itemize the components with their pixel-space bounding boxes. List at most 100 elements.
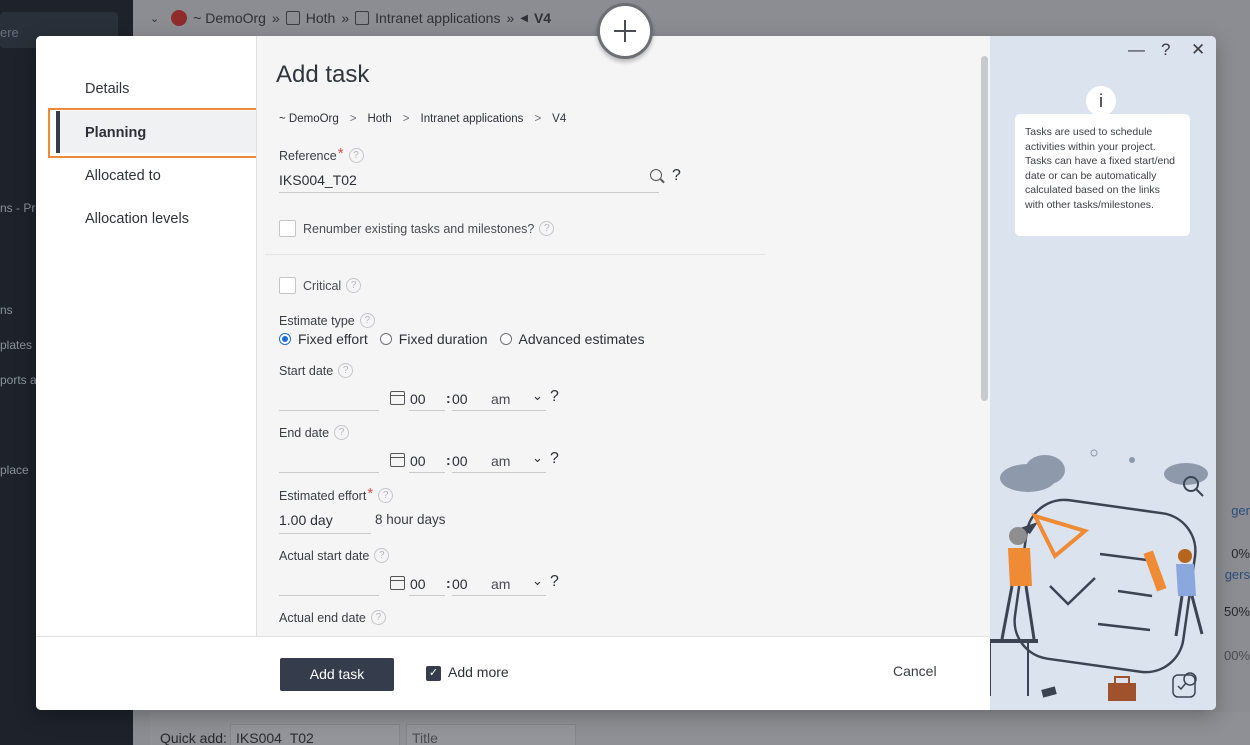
required-marker: *	[337, 145, 344, 162]
sidebar-item[interactable]: ns	[0, 303, 13, 317]
search-icon[interactable]	[650, 169, 662, 181]
breadcrumb-separator: >	[349, 113, 357, 125]
help-icon[interactable]: ?	[550, 450, 559, 468]
breadcrumb-item[interactable]: Intranet applications	[421, 113, 524, 125]
start-minute-input[interactable]: 00	[452, 391, 486, 407]
help-icon[interactable]: ?	[550, 388, 559, 406]
help-icon[interactable]: ?	[539, 221, 555, 236]
actual-start-hour-input[interactable]: 00	[409, 576, 445, 592]
renumber-label: Renumber existing tasks and milestones??	[303, 221, 555, 236]
end-hour-input[interactable]: 00	[409, 453, 445, 469]
estimated-effort-label: Estimated effort *?	[279, 485, 394, 503]
nav-highlight-box	[48, 108, 261, 158]
breadcrumb-separator: >	[534, 113, 542, 125]
radio-fixed-duration[interactable]	[379, 333, 392, 345]
help-icon[interactable]: ?	[550, 573, 559, 591]
book-icon	[355, 11, 370, 25]
effort-unit-note: 8 hour days	[375, 512, 446, 527]
add-more-checkbox[interactable]: ✓	[426, 666, 441, 681]
start-date-label: Start date?	[279, 363, 354, 378]
help-icon[interactable]: ?	[370, 610, 386, 625]
estimated-effort-input[interactable]: 1.00 day	[279, 512, 333, 528]
planning-form: Add task ~ DemoOrg > Hoth > Intranet app…	[256, 36, 990, 636]
dialog-footer: Add task ✓ Add more Cancel	[36, 636, 990, 710]
cancel-button[interactable]: Cancel	[893, 663, 937, 679]
start-date-input[interactable]	[279, 410, 379, 411]
help-icon[interactable]: ?	[346, 278, 362, 293]
actual-start-minute-input[interactable]: 00	[452, 576, 486, 592]
breadcrumb-item[interactable]: Hoth	[306, 10, 336, 26]
radio-label: Fixed duration	[398, 331, 488, 347]
book-icon	[285, 11, 300, 25]
bg-text: 50%	[1223, 604, 1250, 619]
org-logo-icon	[171, 10, 188, 26]
bg-text: ger	[1231, 503, 1250, 518]
breadcrumb-separator: »	[506, 10, 515, 26]
sidebar-item[interactable]: plates	[0, 338, 32, 352]
add-task-button[interactable]: Add task	[280, 658, 394, 691]
help-icon[interactable]: ?	[334, 425, 350, 440]
chevron-down-icon[interactable]: ⌄	[150, 12, 159, 25]
actual-start-date-row: 00 : 00 am ⌄ ?	[279, 567, 579, 597]
actual-start-date-input[interactable]	[279, 595, 379, 596]
nav-item-details[interactable]: Details	[85, 81, 129, 97]
end-ampm-select[interactable]: am	[491, 453, 510, 469]
add-button[interactable]	[597, 3, 653, 59]
breadcrumb: ~ DemoOrg > Hoth > Intranet applications…	[279, 113, 566, 125]
divider	[265, 254, 765, 255]
breadcrumb-item[interactable]: ~ DemoOrg	[193, 10, 266, 26]
caret-left-icon: ◀	[520, 12, 528, 24]
sidebar-item[interactable]: ports a	[0, 373, 37, 387]
radio-advanced-estimates[interactable]	[499, 333, 512, 345]
radio-fixed-effort[interactable]	[279, 333, 291, 345]
chevron-down-icon[interactable]: ⌄	[532, 388, 543, 404]
calendar-icon[interactable]	[390, 576, 405, 590]
help-text: Tasks are used to schedule activities wi…	[1015, 114, 1190, 236]
critical-checkbox[interactable]	[279, 277, 296, 294]
help-icon[interactable]: ?	[672, 167, 681, 185]
breadcrumb-separator: »	[271, 10, 280, 26]
breadcrumb-item[interactable]: Hoth	[367, 113, 391, 125]
breadcrumb-item[interactable]: ~ DemoOrg	[279, 113, 339, 125]
breadcrumb-item[interactable]: V4	[534, 10, 551, 26]
sidebar-item[interactable]: place	[0, 463, 29, 477]
quick-add-title-input[interactable]: Title	[406, 724, 576, 745]
end-minute-input[interactable]: 00	[452, 453, 486, 469]
help-icon[interactable]: ?	[1161, 40, 1170, 60]
start-hour-input[interactable]: 00	[409, 391, 445, 407]
required-marker: *	[367, 485, 374, 502]
nav-item-allocation-levels[interactable]: Allocation levels	[85, 211, 189, 227]
start-ampm-select[interactable]: am	[491, 391, 510, 407]
renumber-checkbox[interactable]	[279, 220, 296, 237]
reference-underline	[279, 192, 659, 193]
help-icon[interactable]: ?	[378, 488, 394, 503]
planning-illustration	[990, 449, 1208, 701]
critical-label: Critical?	[303, 278, 362, 293]
nav-item-allocated-to[interactable]: Allocated to	[85, 168, 161, 184]
estimate-type-label: Estimate type?	[279, 313, 375, 328]
effort-underline	[279, 533, 371, 534]
chevron-down-icon[interactable]: ⌄	[532, 573, 543, 589]
breadcrumb-item[interactable]: V4	[552, 113, 566, 125]
nav-item-planning[interactable]: Planning	[85, 125, 146, 141]
help-icon[interactable]: ?	[348, 148, 364, 163]
help-icon[interactable]: ?	[374, 548, 390, 563]
bg-text: 00%	[1223, 648, 1250, 663]
quick-add-reference-input[interactable]: IKS004_T02	[230, 724, 400, 745]
close-icon[interactable]: ✕	[1191, 40, 1205, 60]
bg-text: gers	[1224, 567, 1250, 582]
minimize-icon[interactable]: —	[1128, 40, 1145, 60]
calendar-icon[interactable]	[390, 391, 405, 405]
start-date-row: 00 : 00 am ⌄ ?	[279, 382, 579, 412]
actual-start-ampm-select[interactable]: am	[491, 576, 510, 592]
form-scrollbar[interactable]	[981, 56, 988, 401]
app-breadcrumb: ⌄ ~ DemoOrg » Hoth » Intranet applicatio…	[150, 0, 551, 36]
calendar-icon[interactable]	[390, 453, 405, 467]
help-icon[interactable]: ?	[359, 313, 375, 328]
chevron-down-icon[interactable]: ⌄	[532, 450, 543, 466]
add-task-dialog: Details Planning Allocated to Allocation…	[36, 36, 1216, 710]
breadcrumb-item[interactable]: Intranet applications	[375, 10, 500, 26]
help-icon[interactable]: ?	[338, 363, 354, 378]
reference-input[interactable]: IKS004_T02	[279, 172, 357, 188]
end-date-input[interactable]	[279, 472, 379, 473]
